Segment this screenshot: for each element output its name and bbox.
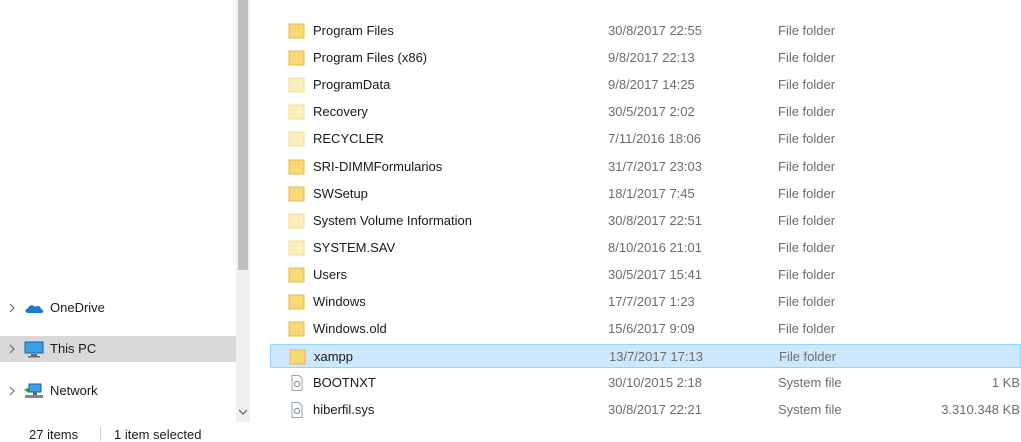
file-date: 30/5/2017 15:41 — [608, 267, 702, 282]
file-type: File folder — [778, 159, 836, 174]
file-date: 30/8/2017 22:21 — [608, 402, 702, 417]
table-row[interactable]: Program Files (x86) 9/8/2017 22:13 File fo… — [270, 46, 1021, 70]
item-count: 27 items — [29, 427, 79, 442]
folder-icon — [288, 23, 305, 39]
nav-scrollbar-thumb[interactable] — [238, 0, 248, 270]
table-row[interactable]: RECYCLER 7/11/2016 18:06 File folder — [270, 127, 1021, 151]
table-row[interactable]: SRI-DIMMFormularios 31/7/2017 23:03 File f… — [270, 155, 1021, 179]
file-type: File folder — [778, 23, 836, 38]
file-type: File folder — [778, 104, 836, 119]
file-name: Windows — [313, 294, 366, 309]
system-file-icon — [291, 375, 303, 391]
file-size: 1 KB — [991, 375, 1020, 390]
file-type: File folder — [778, 77, 836, 92]
file-type: File folder — [778, 294, 836, 309]
nav-item-network[interactable]: Network — [0, 378, 236, 404]
table-row[interactable]: Windows 17/7/2017 1:23 File folder — [270, 290, 1021, 314]
status-divider — [100, 427, 101, 441]
folder-icon — [288, 50, 305, 66]
nav-scrollbar[interactable] — [236, 0, 250, 422]
file-name: Program Files — [313, 23, 394, 38]
file-date: 15/6/2017 9:09 — [608, 321, 695, 336]
file-date: 17/7/2017 1:23 — [608, 294, 695, 309]
hidden-folder-icon — [288, 213, 305, 229]
table-row[interactable]: Users 30/5/2017 15:41 File folder — [270, 263, 1021, 287]
file-date: 18/1/2017 7:45 — [608, 186, 695, 201]
file-date: 8/10/2016 21:01 — [608, 240, 702, 255]
system-file-icon — [291, 402, 303, 418]
file-list: Program Files 30/8/2017 22:55 File folder P… — [270, 0, 1021, 422]
chevron-right-icon[interactable] — [6, 301, 18, 315]
folder-icon — [288, 186, 305, 202]
chevron-down-icon[interactable] — [236, 404, 250, 420]
cloud-icon — [25, 305, 44, 313]
file-name: Program Files (x86) — [313, 50, 428, 65]
file-name: BOOTNXT — [313, 375, 376, 390]
file-date: 30/8/2017 22:55 — [608, 23, 702, 38]
folder-icon — [288, 294, 305, 310]
file-name: xampp — [314, 349, 354, 364]
file-size: 3.310.348 KB — [941, 402, 1020, 417]
file-date: 9/8/2017 22:13 — [608, 50, 695, 65]
file-name: Windows.old — [313, 321, 387, 336]
network-icon — [24, 383, 43, 398]
computer-icon — [24, 341, 44, 358]
file-type: File folder — [778, 186, 836, 201]
navigation-pane: OneDrive This PC Network — [0, 0, 236, 422]
nav-item-this-pc[interactable]: This PC — [0, 336, 236, 362]
nav-item-onedrive[interactable]: OneDrive — [0, 295, 236, 321]
table-row[interactable]: hiberfil.sys 30/8/2017 22:21 System file 3.… — [270, 398, 1021, 422]
file-date: 9/8/2017 14:25 — [608, 77, 695, 92]
file-type: System file — [778, 375, 842, 390]
file-type: File folder — [778, 131, 836, 146]
hidden-folder-icon — [288, 77, 305, 93]
file-name: SYSTEM.SAV — [313, 240, 396, 255]
file-date: 30/5/2017 2:02 — [608, 104, 695, 119]
nav-item-label: OneDrive — [50, 300, 105, 315]
table-row[interactable]: xampp 13/7/2017 17:13 File folder — [270, 344, 1021, 368]
file-type: File folder — [779, 349, 837, 364]
file-name: RECYCLER — [313, 131, 384, 146]
file-name: Recovery — [313, 104, 368, 119]
file-type: File folder — [778, 267, 836, 282]
file-name: ProgramData — [313, 77, 391, 92]
folder-icon — [288, 321, 305, 337]
file-name: hiberfil.sys — [313, 402, 375, 417]
nav-item-label: Network — [50, 383, 98, 398]
file-date: 30/8/2017 22:51 — [608, 213, 702, 228]
file-date: 31/7/2017 23:03 — [608, 159, 702, 174]
file-type: File folder — [778, 50, 836, 65]
table-row[interactable]: SWSetup 18/1/2017 7:45 File folder — [270, 182, 1021, 206]
table-row[interactable]: ProgramData 9/8/2017 14:25 File folder — [270, 73, 1021, 97]
file-type: File folder — [778, 321, 836, 336]
file-type: System file — [778, 402, 842, 417]
file-date: 30/10/2015 2:18 — [608, 375, 702, 390]
table-row[interactable]: SYSTEM.SAV 8/10/2016 21:01 File folder — [270, 236, 1021, 260]
table-row[interactable]: BOOTNXT 30/10/2015 2:18 System file 1 KB — [270, 371, 1021, 395]
table-row[interactable]: Windows.old 15/6/2017 9:09 File folder — [270, 317, 1021, 341]
hidden-folder-icon — [288, 104, 305, 120]
folder-icon — [289, 349, 306, 365]
file-name: SRI-DIMMFormularios — [313, 159, 443, 174]
table-row[interactable]: Recovery 30/5/2017 2:02 File folder — [270, 100, 1021, 124]
file-name: SWSetup — [313, 186, 368, 201]
folder-icon — [288, 267, 305, 283]
table-row[interactable]: System Volume Information 30/8/2017 22:51… — [270, 209, 1021, 233]
chevron-right-icon[interactable] — [6, 342, 18, 356]
table-row[interactable]: Program Files 30/8/2017 22:55 File folder — [270, 19, 1021, 43]
chevron-right-icon[interactable] — [6, 384, 18, 398]
selection-count: 1 item selected — [114, 427, 202, 442]
file-date: 7/11/2016 18:06 — [608, 131, 702, 146]
hidden-folder-icon — [288, 240, 305, 256]
file-type: File folder — [778, 240, 836, 255]
file-name: Users — [313, 267, 347, 282]
nav-item-label: This PC — [50, 341, 97, 356]
file-type: File folder — [778, 213, 836, 228]
status-bar: 27 items 1 item selected — [0, 422, 1021, 442]
file-name: System Volume Information — [313, 213, 472, 228]
hidden-folder-icon — [288, 131, 305, 147]
folder-icon — [288, 159, 305, 175]
file-date: 13/7/2017 17:13 — [609, 349, 703, 364]
